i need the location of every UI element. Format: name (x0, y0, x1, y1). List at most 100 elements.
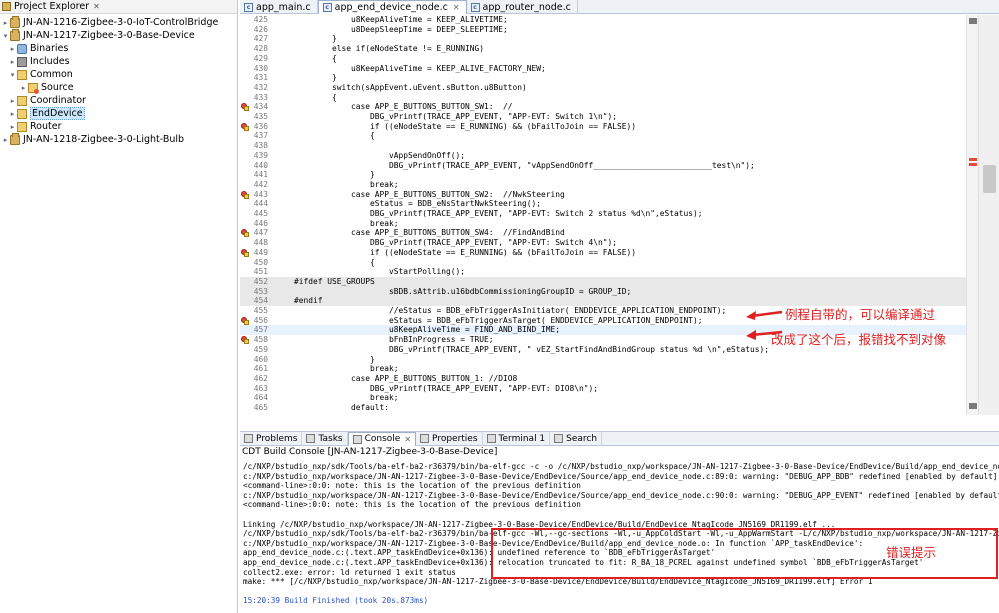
code-line[interactable]: 427 } (240, 34, 978, 44)
error-overview-marker[interactable] (969, 163, 977, 166)
code-editor[interactable]: 425 u8KeepAliveTime = KEEP_ALIVETIME; 426… (240, 15, 978, 415)
code-line[interactable]: 438 (240, 141, 978, 151)
code-line[interactable]: 435 DBG_vPrintf(TRACE_APP_EVENT, "APP-EV… (240, 112, 978, 122)
bottom-panel-tab-label: Search (566, 433, 598, 444)
code-text: break; (275, 364, 399, 374)
editor-vertical-scrollbar[interactable] (978, 15, 999, 415)
code-line[interactable]: 442 break; (240, 180, 978, 190)
code-line[interactable]: 430 u8KeepAliveTime = KEEP_ALIVE_FACTORY… (240, 64, 978, 74)
folder-icon (17, 121, 27, 132)
code-line[interactable]: 461 break; (240, 364, 978, 374)
overview-marker[interactable] (969, 403, 977, 409)
bottom-panel-tab[interactable]: Terminal 1 (483, 431, 551, 446)
collapsed-arrow-icon[interactable]: ▸ (1, 19, 10, 27)
tree-item[interactable]: ▸ JN-AN-1216-Zigbee-3-0-IoT-ControlBridge (1, 15, 218, 29)
collapsed-arrow-icon[interactable]: ▸ (8, 123, 17, 131)
folder-icon (17, 69, 27, 80)
tree-item[interactable]: ▸ EndDevice (8, 107, 85, 120)
editor-tab[interactable]: c app_end_device_node.c ✕ (317, 0, 467, 14)
project-explorer-icon (2, 2, 11, 11)
line-number: 451 (253, 267, 268, 277)
code-line[interactable]: 434 case APP_E_BUTTONS_BUTTON_SW1: // (240, 102, 978, 112)
code-line[interactable]: 462 case APP_E_BUTTONS_BUTTON_1: //DIO8 (240, 374, 978, 384)
bottom-panel-tab[interactable]: Tasks (302, 431, 348, 446)
code-line[interactable]: 433 { (240, 93, 978, 103)
tree-item[interactable]: ▸ Source (19, 81, 74, 94)
code-line[interactable]: 432 switch(sAppEvent.uEvent.sButton.u8Bu… (240, 83, 978, 93)
error-overview-marker[interactable] (969, 158, 977, 161)
bottom-panel-tab[interactable]: Search (550, 431, 603, 446)
code-line[interactable]: 444 eStatus = BDB_eNsStartNwkSteering(); (240, 199, 978, 209)
close-tab-icon[interactable]: ✕ (453, 3, 460, 12)
collapsed-arrow-icon[interactable]: ▸ (8, 97, 17, 105)
bottom-panel-tab[interactable]: Problems (240, 431, 303, 446)
close-tab-icon[interactable]: ✕ (404, 435, 411, 444)
code-text: default: (275, 403, 390, 412)
project-folder-icon (10, 28, 20, 41)
code-line[interactable]: 440 DBG_vPrintf(TRACE_APP_EVENT, "vAppSe… (240, 161, 978, 171)
tree-item[interactable]: ▸ Coordinator (8, 94, 86, 107)
code-line[interactable]: 431 } (240, 73, 978, 83)
scrollbar-thumb[interactable] (983, 165, 996, 193)
line-number: 434 (253, 102, 268, 112)
collapsed-arrow-icon[interactable]: ▸ (8, 45, 17, 53)
code-text: } (275, 73, 337, 83)
tree-item[interactable]: ▸ Router (8, 120, 62, 133)
code-line[interactable]: 439 vAppSendOnOff(); (240, 151, 978, 161)
expanded-arrow-icon[interactable]: ▾ (1, 32, 10, 40)
code-line[interactable]: 429 { (240, 54, 978, 64)
console-line: c:/NXP/bstudio_nxp/workspace/JN-AN-1217-… (243, 471, 998, 481)
code-line[interactable]: 447 case APP_E_BUTTONS_BUTTON_SW4: //Fin… (240, 228, 978, 238)
tree-item[interactable]: ▸ JN-AN-1218-Zigbee-3-0-Light-Bulb (1, 132, 184, 146)
collapsed-arrow-icon[interactable]: ▸ (1, 136, 10, 144)
expanded-arrow-icon[interactable]: ▾ (8, 71, 17, 79)
code-line[interactable]: 448 DBG_vPrintf(TRACE_APP_EVENT, "APP-EV… (240, 238, 978, 248)
code-line[interactable]: 465 default: (240, 403, 978, 413)
editor-tab[interactable]: c app_router_node.c (467, 0, 578, 14)
line-number: 429 (253, 53, 268, 63)
bottom-panel-tab-label: Tasks (318, 433, 343, 444)
line-number: 436 (253, 121, 268, 131)
code-text: { (275, 257, 375, 267)
code-line[interactable]: 437 { (240, 131, 978, 141)
tree-item-label: Coordinator (30, 95, 86, 106)
project-explorer-tab[interactable]: Project Explorer ✕ (0, 0, 237, 14)
code-line[interactable]: 460 } (240, 355, 978, 365)
code-line[interactable]: 426 u8DeepSleepTime = DEEP_SLEEPTIME; (240, 25, 978, 35)
editor-tab[interactable]: c app_main.c (240, 0, 318, 14)
code-text: break; (275, 393, 399, 403)
code-line[interactable]: 436 if ((eNodeState == E_RUNNING) && (bF… (240, 122, 978, 132)
overview-marker[interactable] (969, 18, 977, 24)
code-line[interactable]: 451 vStartPolling(); (240, 267, 978, 277)
code-text: } (275, 354, 375, 364)
code-line[interactable]: 446 break; (240, 219, 978, 229)
code-line[interactable]: 449 if ((eNodeState == E_RUNNING) && (bF… (240, 248, 978, 258)
code-line[interactable]: 464 break; (240, 393, 978, 403)
code-line[interactable]: 452 #ifdef USE_GROUPS (240, 276, 978, 287)
code-line[interactable]: 428 else if(eNodeState != E_RUNNING) (240, 44, 978, 54)
code-line[interactable]: 453 sBDB.sAttrib.u16bdbCommissioningGrou… (240, 286, 978, 297)
code-line[interactable]: 443 case APP_E_BUTTONS_BUTTON_SW2: //Nwk… (240, 190, 978, 200)
collapsed-arrow-icon[interactable]: ▸ (8, 58, 17, 66)
bottom-panel-tab[interactable]: Console ✕ (347, 431, 417, 446)
code-text: u8KeepAliveTime = KEEP_ALIVETIME; (275, 15, 508, 24)
tree-item[interactable]: ▸ Binaries (8, 42, 69, 55)
code-line[interactable]: 450 { (240, 258, 978, 268)
overview-ruler[interactable] (966, 15, 978, 415)
code-text: u8KeepAliveTime = KEEP_ALIVE_FACTORY_NEW… (275, 63, 546, 73)
tree-item[interactable]: ▾ Common (8, 68, 73, 81)
code-line[interactable]: 425 u8KeepAliveTime = KEEP_ALIVETIME; (240, 15, 978, 25)
close-icon[interactable]: ✕ (93, 2, 100, 11)
tree-item[interactable]: ▸ Includes (8, 55, 70, 68)
collapsed-arrow-icon[interactable]: ▸ (8, 110, 17, 118)
code-line[interactable]: 463 DBG_vPrintf(TRACE_APP_EVENT, "APP-EV… (240, 384, 978, 394)
collapsed-arrow-icon[interactable]: ▸ (19, 84, 28, 92)
line-number: 452 (253, 276, 268, 286)
console-line: c:/NXP/bstudio_nxp/workspace/JN-AN-1217-… (243, 490, 999, 500)
bottom-panel-tab[interactable]: Properties (416, 431, 483, 446)
code-line[interactable]: 441 } (240, 170, 978, 180)
tree-item[interactable]: ▾ JN-AN-1217-Zigbee-3-0-Base-Device (1, 28, 195, 42)
code-line[interactable]: 445 DBG_vPrintf(TRACE_APP_EVENT, "APP-EV… (240, 209, 978, 219)
code-text: DBG_vPrintf(TRACE_APP_EVENT, "vAppSendOn… (275, 160, 755, 170)
console-line: /c/NXP/bstudio_nxp/sdk/Tools/ba-elf-ba2-… (243, 462, 999, 471)
